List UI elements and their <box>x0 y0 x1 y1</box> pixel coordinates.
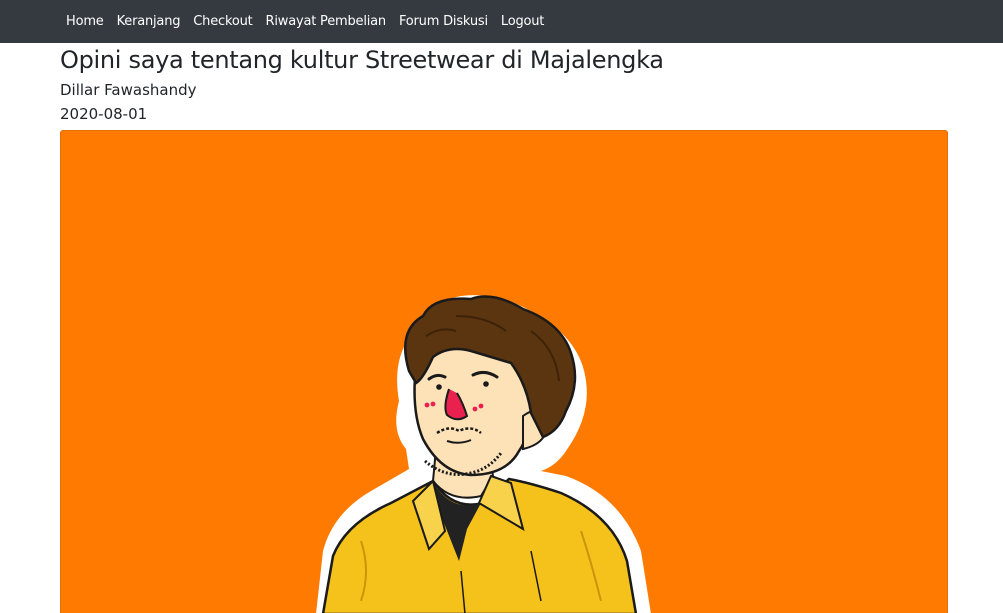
illustration-man-portrait <box>316 295 651 613</box>
navbar: Home Keranjang Checkout Riwayat Pembelia… <box>0 0 1003 43</box>
nav-link-checkout[interactable]: Checkout <box>187 14 259 29</box>
nav-link-keranjang[interactable]: Keranjang <box>110 14 187 29</box>
article-date: 2020-08-01 <box>60 105 148 123</box>
article-author: Dillar Fawashandy <box>60 81 197 99</box>
eye-right <box>483 381 489 387</box>
nav-link-forum-diskusi[interactable]: Forum Diskusi <box>392 14 494 29</box>
nav-link-logout[interactable]: Logout <box>494 14 550 29</box>
eye-left <box>436 384 442 390</box>
nav-link-riwayat-pembelian[interactable]: Riwayat Pembelian <box>259 14 392 29</box>
article-title: Opini saya tentang kultur Streetwear di … <box>60 46 664 74</box>
article-hero-image <box>60 130 948 613</box>
nav-link-home[interactable]: Home <box>60 14 110 29</box>
nav-menu: Home Keranjang Checkout Riwayat Pembelia… <box>60 0 551 43</box>
